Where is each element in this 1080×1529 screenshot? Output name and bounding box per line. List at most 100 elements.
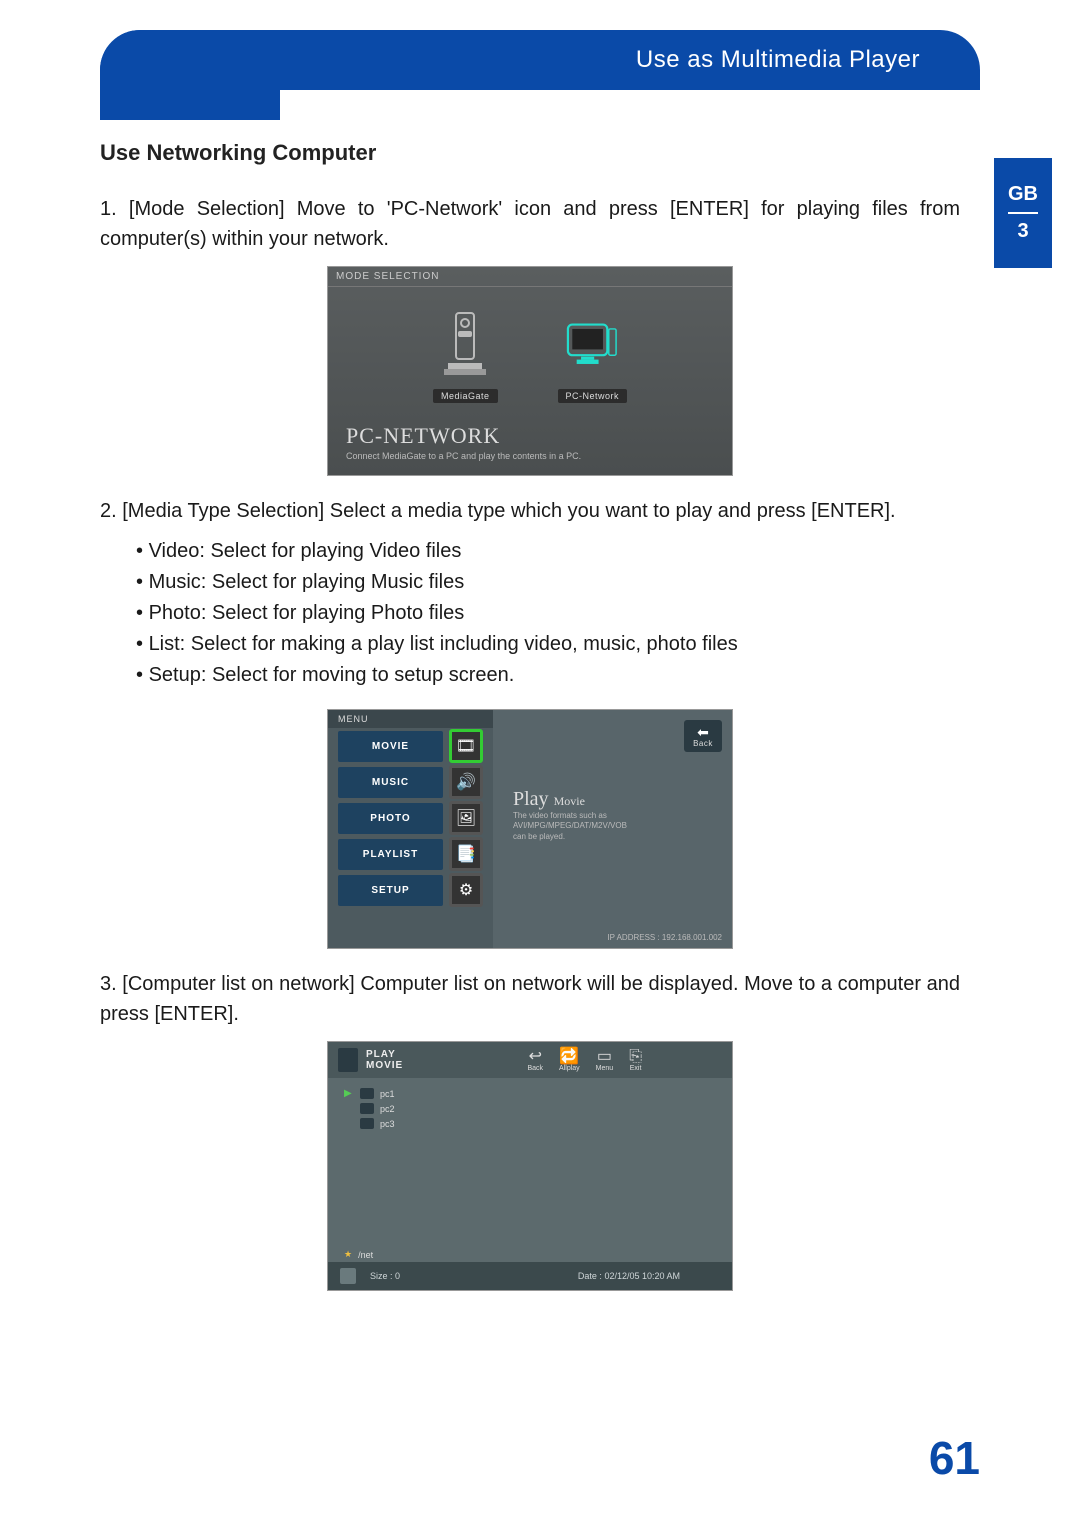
ss3-back-label: Back [527,1065,543,1072]
step-2: [Media Type Selection] Select a media ty… [100,496,960,526]
ss3-file-pc1: ▶pc1 [344,1086,716,1101]
ss2-item-photo: PHOTO 🖼 [328,800,493,836]
steps-list-2: [Media Type Selection] Select a media ty… [100,496,960,526]
screenshot-2-wrap: MENU MOVIE 🎞 MUSIC 🔊 PHOTO 🖼 PLAYLIS [100,709,960,949]
steps-list-3: [Computer list on network] Computer list… [100,969,960,1029]
ss2-back-button: ⬅ Back [684,720,722,752]
ss3-file-list: ▶pc1 ▶pc2 ▶pc3 [328,1078,732,1247]
step-3: [Computer list on network] Computer list… [100,969,960,1029]
ss3-title2: MOVIE [366,1060,403,1071]
mediagate-icon [438,309,492,381]
ss3-menu-label: Menu [596,1065,614,1072]
back-icon: ↩ [529,1049,542,1065]
allplay-icon: 🔁 [559,1049,579,1065]
media-types-list: Video: Select for playing Video files Mu… [136,536,960,691]
ss3-allplay-button: 🔁Allplay [559,1049,580,1072]
side-tab-number: 3 [1017,220,1028,243]
ss3-file-pc2: ▶pc2 [344,1101,716,1116]
ss2-back-label: Back [693,739,713,748]
ss2-photo-label: PHOTO [338,803,443,834]
photo-icon: 🖼 [449,801,483,835]
ss2-music-label: MUSIC [338,767,443,798]
back-arrow-icon: ⬅ [697,725,709,739]
thumbnail-icon [340,1268,356,1284]
ss2-item-setup: SETUP ⚙ [328,872,493,908]
manual-page: Use as Multimedia Player GB 3 Use Networ… [0,0,1080,1529]
content-area: Use Networking Computer [Mode Selection]… [0,90,1080,1291]
playlist-icon: 📑 [449,837,483,871]
ss2-item-music: MUSIC 🔊 [328,764,493,800]
ss3-path: ★ /net [328,1247,732,1262]
ss3-path-text: /net [358,1250,373,1260]
ss2-desc: The video formats such as AVI/MPG/MPEG/D… [513,811,722,842]
section-heading: Use Networking Computer [100,140,960,166]
ss2-playlist-label: PLAYLIST [338,839,443,870]
setup-icon: ⚙ [449,873,483,907]
header-corner-tab [100,30,280,120]
ss2-movie-label: MOVIE [338,731,443,762]
ss3-exit-button: ⎘Exit [629,1049,642,1072]
ss3-toolbar: ↩Back 🔁Allplay ▭Menu ⎘Exit [527,1049,642,1072]
page-number: 61 [929,1431,980,1485]
ss3-file3-label: pc3 [380,1119,395,1129]
ss1-icon-row: MediaGate PC-Network [328,287,732,417]
speaker-icon: 🔊 [449,765,483,799]
ss1-pcnetwork-label: PC-Network [558,389,628,403]
film-icon: 🎞 [449,729,483,763]
pc-network-icon [565,309,619,381]
ss1-sub-label: Connect MediaGate to a PC and play the c… [328,451,732,475]
ss2-item-playlist: PLAYLIST 📑 [328,836,493,872]
computer-icon [360,1088,374,1099]
ss2-main: ⬅ Back Play Movie The video formats such… [493,710,732,948]
media-music: Music: Select for playing Music files [136,567,960,598]
ss1-mediagate-label: MediaGate [433,389,498,403]
step-1: [Mode Selection] Move to 'PC-Network' ic… [100,194,960,254]
ss3-title: PLAY MOVIE [366,1049,403,1071]
exit-icon: ⎘ [629,1049,642,1065]
screenshot-1-wrap: MODE SELECTION MediaGate [100,266,960,476]
side-tab-divider [1008,212,1038,214]
ss3-date-val: 02/12/05 10:20 AM [604,1271,680,1281]
ss2-menu-header: MENU [328,710,493,728]
ss3-title1: PLAY [366,1049,396,1060]
media-photo: Photo: Select for playing Photo files [136,598,960,629]
steps-list: [Mode Selection] Move to 'PC-Network' ic… [100,194,960,254]
ss2-sidebar: MENU MOVIE 🎞 MUSIC 🔊 PHOTO 🖼 PLAYLIS [328,710,493,948]
ss3-size: Size : 0 [370,1271,400,1281]
header-bar: Use as Multimedia Player [100,30,980,90]
ss2-play-heading: Play Movie [513,788,722,811]
media-setup: Setup: Select for moving to setup screen… [136,660,960,691]
screenshot-mode-selection: MODE SELECTION MediaGate [327,266,733,476]
ss3-size-val: 0 [395,1271,400,1281]
computer-icon [360,1103,374,1114]
cursor-icon: ▶ [344,1088,354,1099]
ss2-desc2: AVI/MPG/MPEG/DAT/M2V/VOB [513,821,627,830]
screenshot-3-wrap: PLAY MOVIE ↩Back 🔁Allplay ▭Menu ⎘Exit ▶p… [100,1041,960,1291]
ss3-back-button: ↩Back [527,1049,543,1072]
ss3-topbar: PLAY MOVIE ↩Back 🔁Allplay ▭Menu ⎘Exit [328,1042,732,1078]
menu-icon: ▭ [597,1049,612,1065]
ss2-play-word: Play [513,788,549,810]
ss3-date: Date : 02/12/05 10:20 AM [578,1271,680,1281]
ss2-ip-address: IP ADDRESS : 192.168.001.002 [607,933,722,942]
screenshot-menu: MENU MOVIE 🎞 MUSIC 🔊 PHOTO 🖼 PLAYLIS [327,709,733,949]
ss2-item-movie: MOVIE 🎞 [328,728,493,764]
header-title: Use as Multimedia Player [636,46,920,74]
ss1-pcnetwork-option: PC-Network [558,309,628,403]
ss3-file-pc3: ▶pc3 [344,1116,716,1131]
ss3-allplay-label: Allplay [559,1065,580,1072]
ss2-desc1: The video formats such as [513,811,607,820]
side-language-tab: GB 3 [994,158,1052,268]
film-strip-icon [338,1048,358,1072]
side-tab-lang: GB [1008,183,1038,206]
screenshot-play-movie: PLAY MOVIE ↩Back 🔁Allplay ▭Menu ⎘Exit ▶p… [327,1041,733,1291]
ss3-date-lbl: Date : [578,1271,602,1281]
star-icon: ★ [344,1249,352,1260]
ss1-mediagate-option: MediaGate [433,309,498,403]
ss3-menu-button: ▭Menu [596,1049,614,1072]
computer-icon [360,1118,374,1129]
ss3-file2-label: pc2 [380,1104,395,1114]
ss2-play-sub: Movie [554,794,585,808]
ss2-desc3: can be played. [513,832,565,841]
ss2-setup-label: SETUP [338,875,443,906]
